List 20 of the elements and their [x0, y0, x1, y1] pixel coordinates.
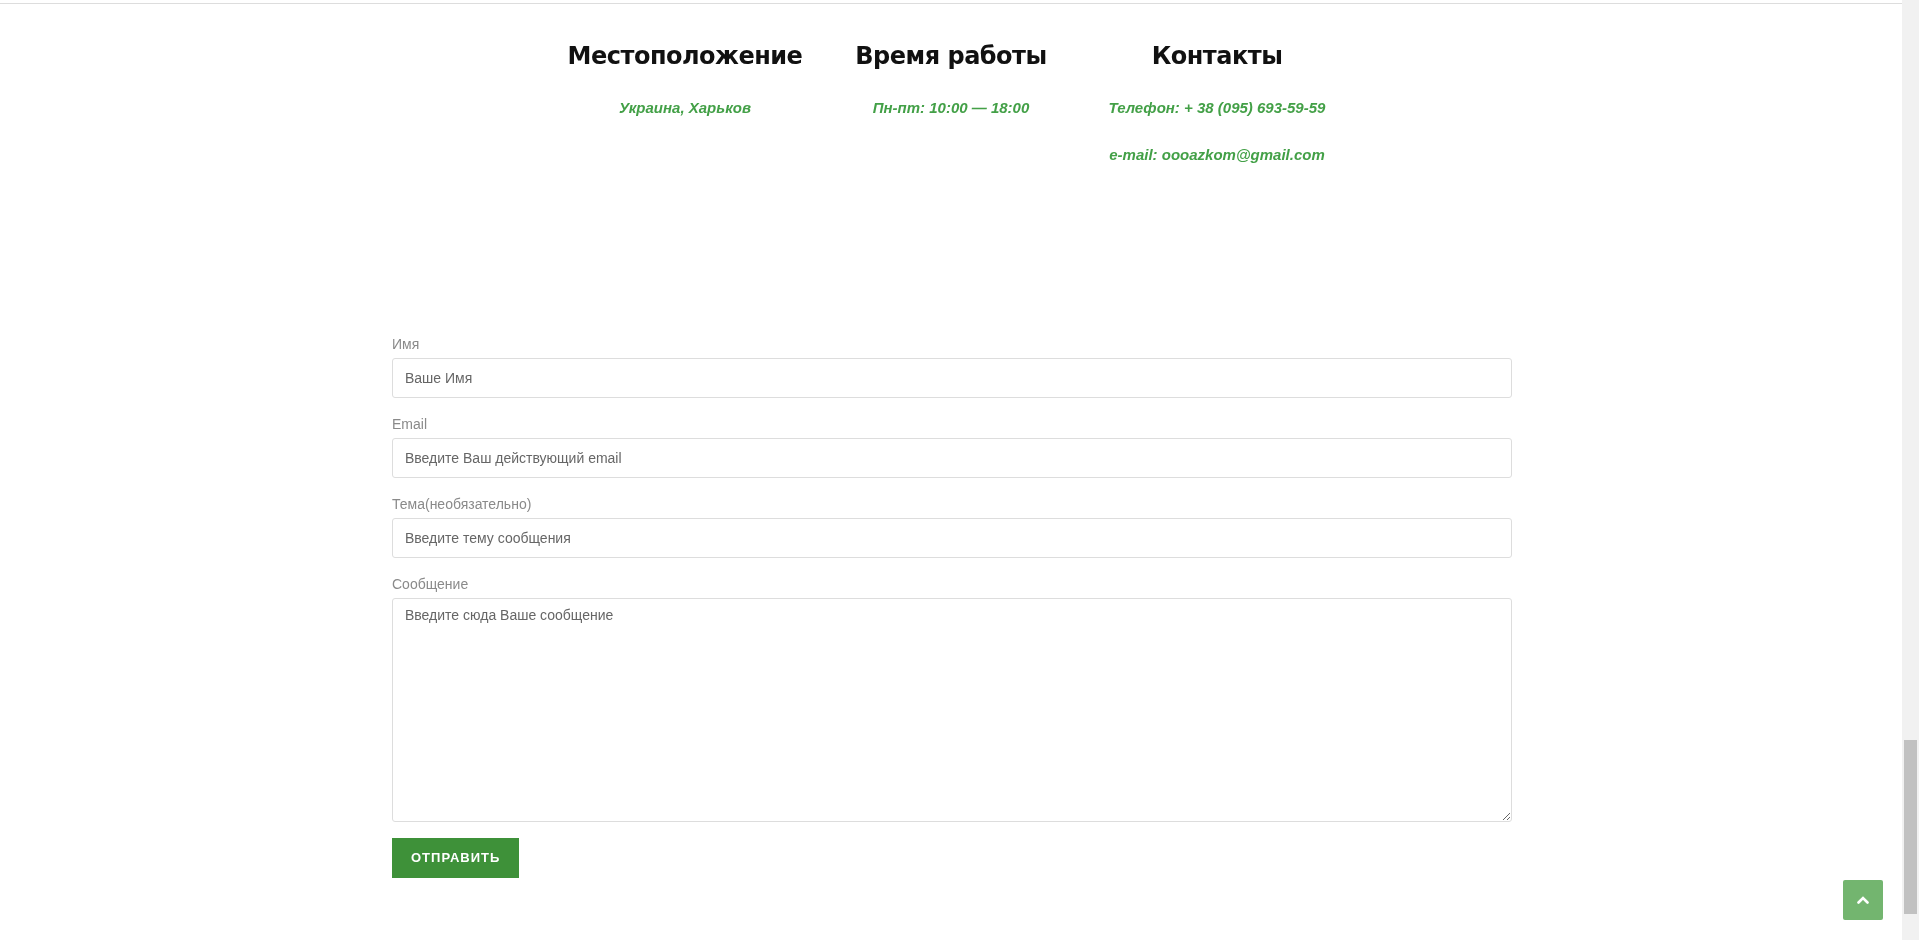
column-heading: Контакты: [1150, 42, 1284, 71]
info-text: Украина, Харьков: [617, 97, 752, 118]
field-label: Сообщение: [392, 575, 470, 594]
info-text: Пн-пт: 10:00 — 18:00: [871, 97, 1031, 118]
chevron-up-icon: [1857, 896, 1869, 904]
input-field[interactable]: Введите тему сообщения: [392, 518, 1512, 558]
submit-button[interactable]: ОТПРАВИТЬ: [392, 838, 520, 878]
info-text: e-mail: oooazkom@gmail.com: [1108, 145, 1326, 166]
scrollbar[interactable]: [1902, 0, 1919, 940]
info-text: Телефон: + 38 (095) 693-59-59: [1107, 97, 1327, 118]
column-heading: Время работы: [854, 42, 1048, 71]
input-field[interactable]: Введите Ваш действующий email: [392, 438, 1512, 478]
field-label: Email: [392, 415, 428, 434]
scrollbar-thumb[interactable]: [1904, 740, 1917, 914]
scroll-to-top-button[interactable]: [1843, 880, 1883, 920]
input-field[interactable]: Ваше Имя: [392, 358, 1512, 398]
message-field[interactable]: Введите сюда Ваше сообщение: [392, 598, 1512, 822]
field-label: Имя: [392, 335, 421, 354]
field-label: Тема(необязательно): [392, 495, 533, 514]
column-heading: Местоположение: [566, 42, 804, 71]
